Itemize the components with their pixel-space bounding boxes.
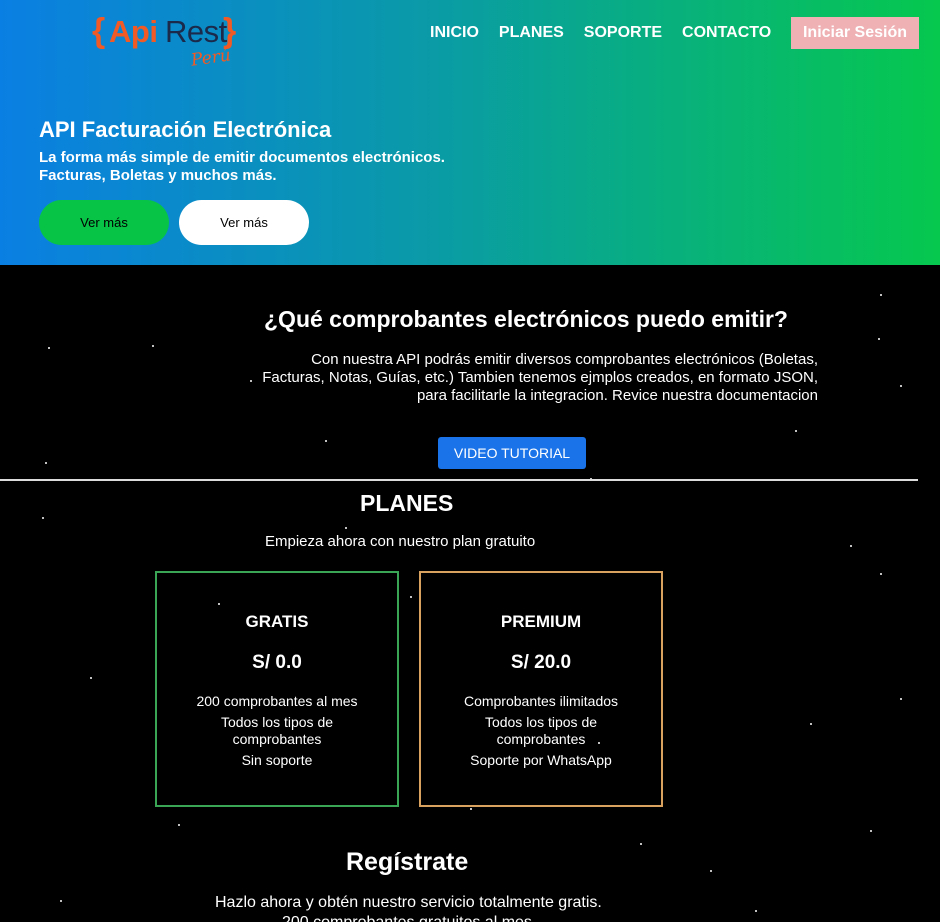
logo-api: Api (109, 14, 158, 49)
ver-mas-button-primary[interactable]: Ver más (39, 200, 169, 245)
hero-subtitle: La forma más simple de emitir documentos… (39, 149, 559, 185)
plan-price: S/ 20.0 (510, 652, 572, 673)
registro-subtitle-2: 200 comprobantes gratuitos al mes (282, 914, 532, 922)
registro-subtitle: Hazlo ahora y obtén nuestro servicio tot… (215, 894, 602, 911)
nav-inicio[interactable]: INICIO (430, 24, 479, 42)
login-button[interactable]: Iniciar Sesión (791, 17, 919, 49)
hero-subtitle-line2: Facturas, Boletas y muchos más. (39, 167, 277, 184)
plan-feature: Soporte por WhatsApp (470, 752, 612, 768)
comprobantes-title: ¿Qué comprobantes electrónicos puedo emi… (264, 306, 788, 332)
video-tutorial-button[interactable]: VIDEO TUTORIAL (438, 437, 586, 469)
plan-name: GRATIS (245, 612, 309, 631)
logo-rest: Rest (165, 14, 227, 49)
hero-title: API Facturación Electrónica (39, 117, 332, 142)
plan-name: PREMIUM (500, 612, 582, 631)
comprobantes-description: Con nuestra API podrás emitir diversos c… (262, 351, 818, 404)
nav-soporte[interactable]: SOPORTE (584, 24, 662, 42)
ver-mas-button-secondary[interactable]: Ver más (179, 200, 309, 245)
nav-planes[interactable]: PLANES (499, 24, 564, 42)
plan-price: S/ 0.0 (252, 652, 302, 673)
registro-title: Regístrate (346, 848, 469, 876)
apirest-logo[interactable]: { Api Rest } Perú (92, 12, 242, 72)
planes-subtitle: Empieza ahora con nuestro plan gratuito (265, 533, 536, 550)
plan-card-premium[interactable]: PREMIUM S/ 20.0 Comprobantes ilimitados … (419, 571, 663, 807)
plan-features: Comprobantes ilimitados Todos los tipos … (421, 693, 661, 769)
logo-script: Perú (189, 45, 233, 71)
plan-feature: Comprobantes ilimitados (463, 693, 619, 709)
logo-open-brace: { (92, 12, 106, 50)
plan-feature: Todos los tipos de comprobantes (484, 714, 598, 747)
plan-feature: Sin soporte (241, 752, 313, 768)
plan-feature: 200 comprobantes al mes (196, 693, 358, 709)
plan-feature: Todos los tipos de comprobantes (220, 714, 334, 747)
plan-features: 200 comprobantes al mes Todos los tipos … (157, 693, 397, 769)
planes-title: PLANES (360, 490, 454, 516)
section-divider (0, 479, 918, 481)
nav-contacto[interactable]: CONTACTO (682, 24, 771, 42)
hero-banner: { Api Rest } Perú INICIO PLANES SOPORTE … (0, 0, 940, 265)
plan-card-gratis[interactable]: GRATIS S/ 0.0 200 comprobantes al mes To… (155, 571, 399, 807)
hero-subtitle-line1: La forma más simple de emitir documentos… (39, 149, 445, 166)
main-nav: INICIO PLANES SOPORTE CONTACTO (430, 24, 791, 42)
